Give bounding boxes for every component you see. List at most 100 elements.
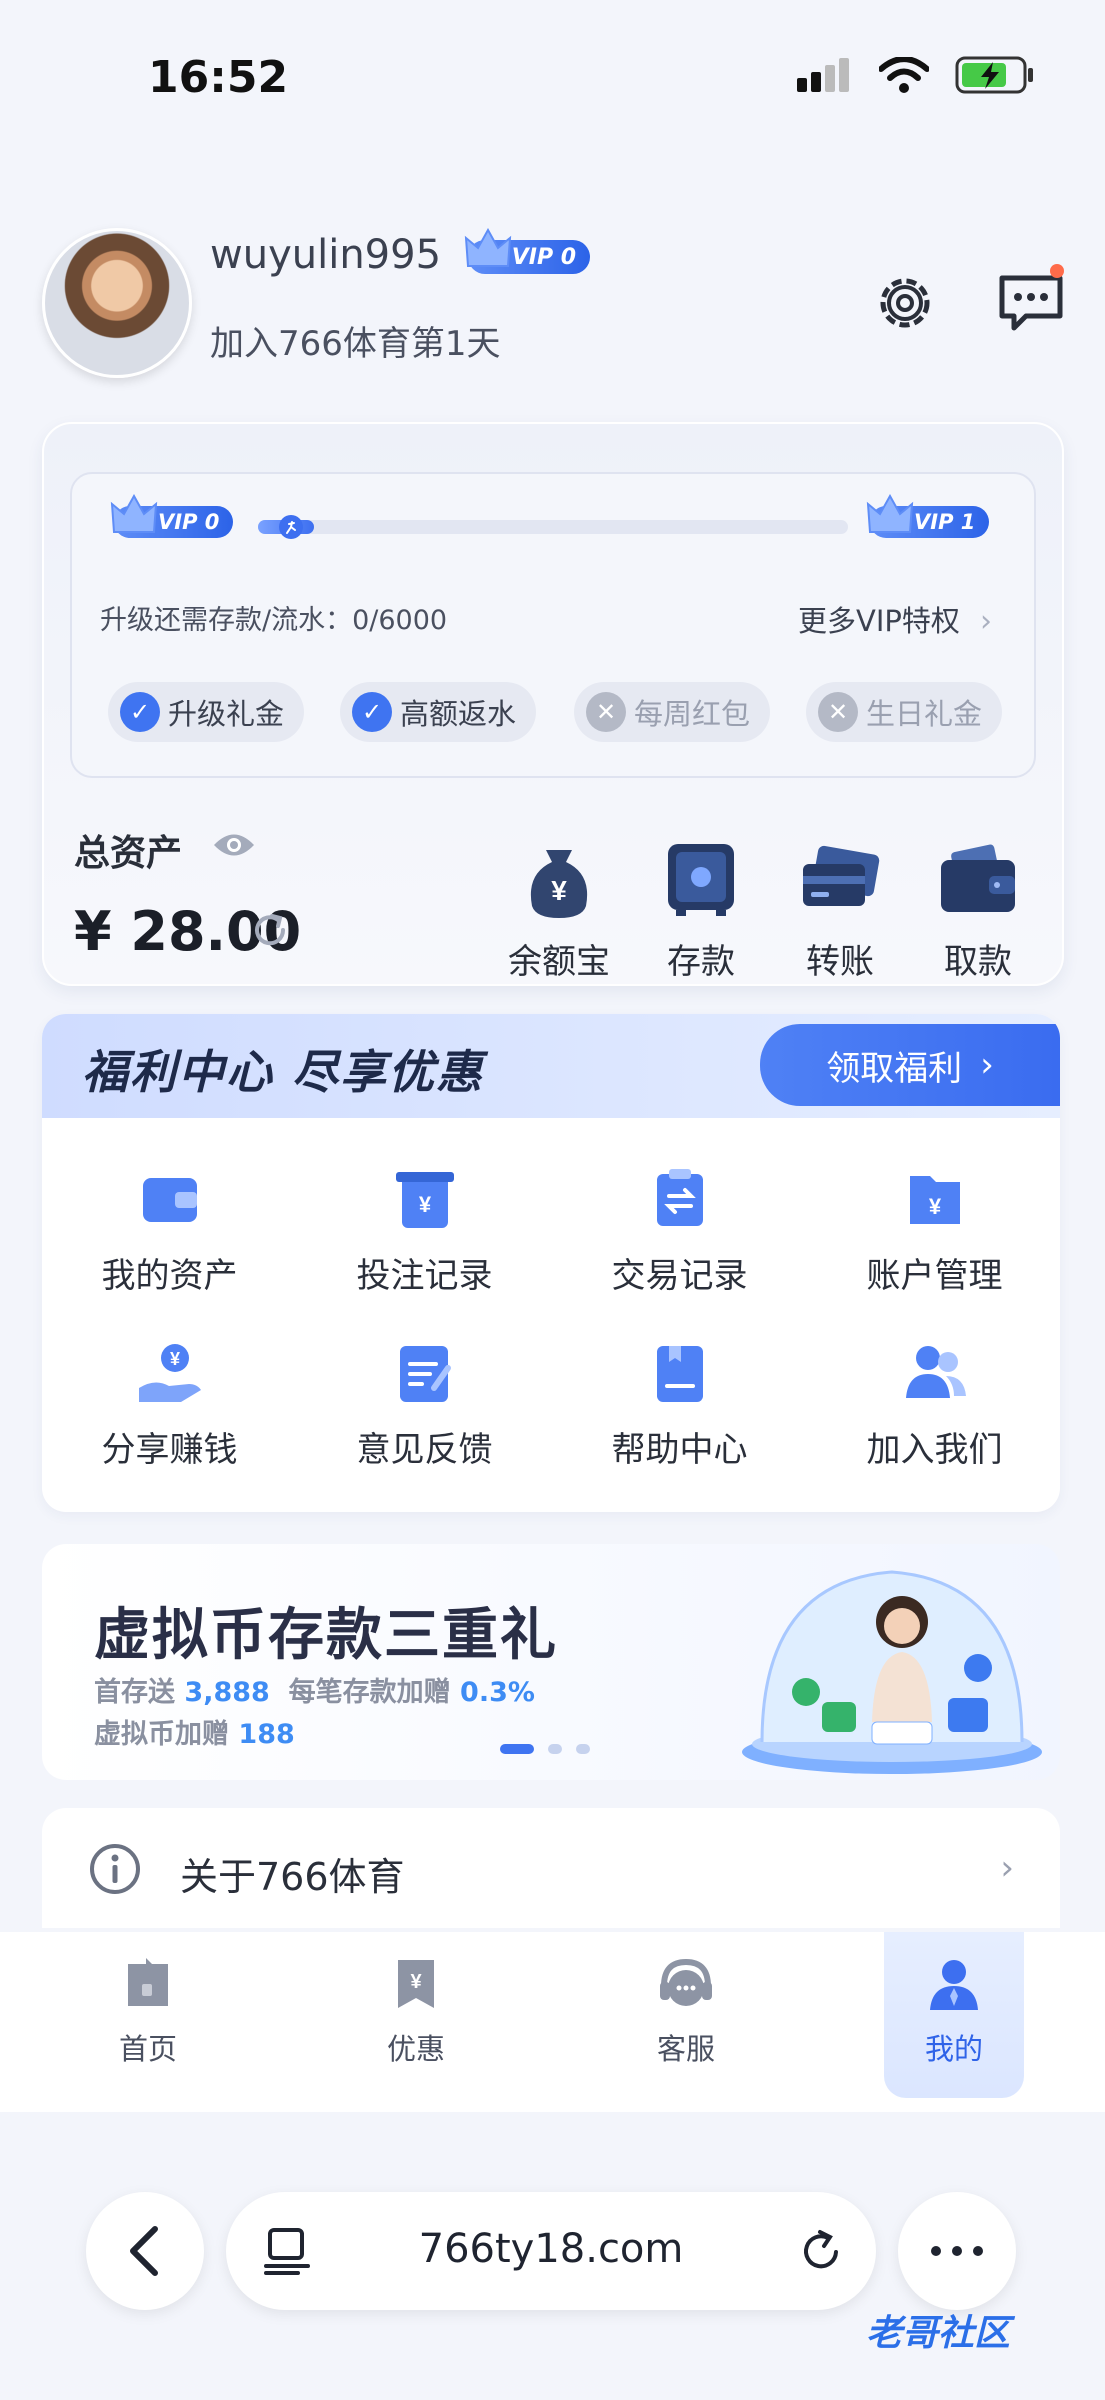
tab-promotions[interactable]: ¥ 优惠 xyxy=(346,1932,486,2098)
reload-icon[interactable] xyxy=(798,2228,844,2274)
action-yuebao[interactable]: ¥ 余额宝 xyxy=(499,836,619,983)
welfare-center: 福利中心 尽享优惠 领取福利 › 我的资产 ¥ 投注记录 交易记录 ¥ 账户管理… xyxy=(42,1014,1060,1512)
cards-icon xyxy=(803,845,880,906)
banner-subtitle-2: 虚拟币加赠 188 xyxy=(94,1712,295,1751)
privilege-chip[interactable]: ✓ 升级礼金 xyxy=(108,682,305,742)
wallet-icon xyxy=(142,1178,197,1222)
vip-next-label: VIP 1 xyxy=(914,510,976,534)
more-button[interactable] xyxy=(898,2192,1016,2310)
more-vip-link[interactable]: 更多VIP特权 xyxy=(798,598,960,640)
battery-icon xyxy=(955,56,1033,94)
tab-label: 我的 xyxy=(924,2032,983,2066)
svg-text:¥: ¥ xyxy=(928,1194,941,1219)
ellipsis-icon xyxy=(931,2246,983,2256)
username-text: wuyulin995 xyxy=(210,232,442,278)
grid-join-us[interactable]: 加入我们 xyxy=(807,1338,1060,1471)
grid-label: 交易记录 xyxy=(611,1256,748,1296)
action-transfer[interactable]: 转账 xyxy=(780,836,900,983)
grid-account-management[interactable]: ¥ 账户管理 xyxy=(807,1164,1060,1297)
about-row[interactable]: 关于766体育 › xyxy=(42,1808,1060,1928)
grid-my-assets[interactable]: 我的资产 xyxy=(42,1164,297,1297)
vip-current-badge: VIP 0 xyxy=(110,494,234,538)
total-assets-label: 总资产 xyxy=(74,833,183,874)
privilege-label: 每周红包 xyxy=(634,697,751,731)
tab-label: 客服 xyxy=(656,2032,715,2066)
home-icon xyxy=(128,1958,168,2006)
back-button[interactable] xyxy=(86,2192,204,2310)
about-label: 关于766体育 xyxy=(180,1855,405,1899)
grid-label: 账户管理 xyxy=(866,1256,1003,1296)
address-bar[interactable]: 766ty18.com xyxy=(226,2192,876,2310)
grid-label: 分享赚钱 xyxy=(101,1430,238,1470)
grid-feedback[interactable]: 意见反馈 xyxy=(297,1338,552,1471)
chevron-left-icon xyxy=(130,2226,158,2276)
grid-bet-records[interactable]: ¥ 投注记录 xyxy=(297,1164,552,1297)
privilege-chip[interactable]: ✓ 高额返水 xyxy=(340,682,537,742)
join-days: 加入766体育第1天 xyxy=(210,324,501,364)
claim-welfare-label: 领取福利 xyxy=(826,1048,963,1089)
bet-record-icon: ¥ xyxy=(395,1172,454,1228)
carousel-dots xyxy=(500,1744,590,1754)
banner-highlight: 188 xyxy=(238,1719,295,1750)
vip-current-label: VIP 0 xyxy=(158,510,220,534)
tab-home[interactable]: 首页 xyxy=(78,1932,218,2098)
tab-mine[interactable]: 我的 xyxy=(884,1932,1024,2098)
status-time: 16:52 xyxy=(148,52,289,103)
grid-transaction-records[interactable]: 交易记录 xyxy=(552,1164,807,1297)
chevron-right-icon: › xyxy=(980,1045,994,1085)
coupon-icon: ¥ xyxy=(398,1960,434,2008)
crown-icon xyxy=(110,494,158,533)
svg-text:¥: ¥ xyxy=(551,875,567,906)
privilege-label: 升级礼金 xyxy=(168,697,285,731)
action-label: 存款 xyxy=(667,942,735,982)
crown-icon xyxy=(866,494,914,533)
svg-text:¥: ¥ xyxy=(169,1349,179,1369)
gear-icon[interactable] xyxy=(870,268,940,338)
action-label: 转账 xyxy=(806,942,874,982)
promo-banner[interactable]: 虚拟币存款三重礼 首存送 3,888 每笔存款加赠 0.3% 虚拟币加赠 188 xyxy=(42,1544,1060,1780)
banner-subtitle-1: 首存送 3,888 每笔存款加赠 0.3% xyxy=(94,1670,535,1709)
grid-help-center[interactable]: 帮助中心 xyxy=(552,1338,807,1471)
avatar[interactable] xyxy=(42,228,192,378)
tab-customer-service[interactable]: 客服 xyxy=(616,1932,756,2098)
grid-share-earn[interactable]: ¥ 分享赚钱 xyxy=(42,1338,297,1471)
refresh-icon[interactable] xyxy=(250,910,290,950)
vip-badge[interactable]: VIP 0 xyxy=(464,228,591,274)
action-withdraw[interactable]: 取款 xyxy=(918,836,1038,983)
url-text: 766ty18.com xyxy=(418,2226,684,2272)
watermark: 老哥社区 xyxy=(866,2313,1011,2354)
share-money-icon: ¥ xyxy=(138,1344,201,1402)
check-icon: ✓ xyxy=(120,692,160,732)
action-label: 取款 xyxy=(944,942,1012,982)
carousel-dot[interactable] xyxy=(500,1744,534,1754)
messages-button[interactable] xyxy=(996,264,1066,338)
info-icon xyxy=(90,1844,140,1894)
safe-icon xyxy=(668,844,734,916)
tab-label: 首页 xyxy=(118,2032,177,2066)
banner-text: 每笔存款加赠 xyxy=(288,1677,451,1708)
action-deposit[interactable]: 存款 xyxy=(641,836,761,983)
privilege-chip[interactable]: ✕ 每周红包 xyxy=(574,682,771,742)
status-icons xyxy=(797,56,1035,94)
carousel-dot[interactable] xyxy=(576,1744,590,1754)
headset-icon xyxy=(660,1958,712,2006)
vip-next: VIP 1 xyxy=(866,494,990,538)
vip-current: VIP 0 xyxy=(110,494,234,538)
chat-icon xyxy=(999,275,1063,331)
account-icon: ¥ xyxy=(909,1176,960,1224)
grid-label: 意见反馈 xyxy=(356,1430,493,1470)
crown-icon xyxy=(464,228,511,267)
feedback-icon xyxy=(399,1346,451,1402)
unread-dot xyxy=(1050,264,1064,278)
action-label: 余额宝 xyxy=(508,942,610,982)
banner-title: 虚拟币存款三重礼 xyxy=(94,1603,558,1668)
tab-label: 优惠 xyxy=(386,2032,445,2066)
carousel-dot[interactable] xyxy=(548,1744,562,1754)
svg-text:¥: ¥ xyxy=(418,1192,431,1217)
eye-icon[interactable] xyxy=(212,830,256,860)
check-icon: ✓ xyxy=(352,692,392,732)
privilege-chip[interactable]: ✕ 生日礼金 xyxy=(806,682,1003,742)
vip-next-badge: VIP 1 xyxy=(866,494,990,538)
users-icon xyxy=(905,1346,966,1398)
claim-welfare-button[interactable]: 领取福利 › xyxy=(760,1024,1060,1106)
